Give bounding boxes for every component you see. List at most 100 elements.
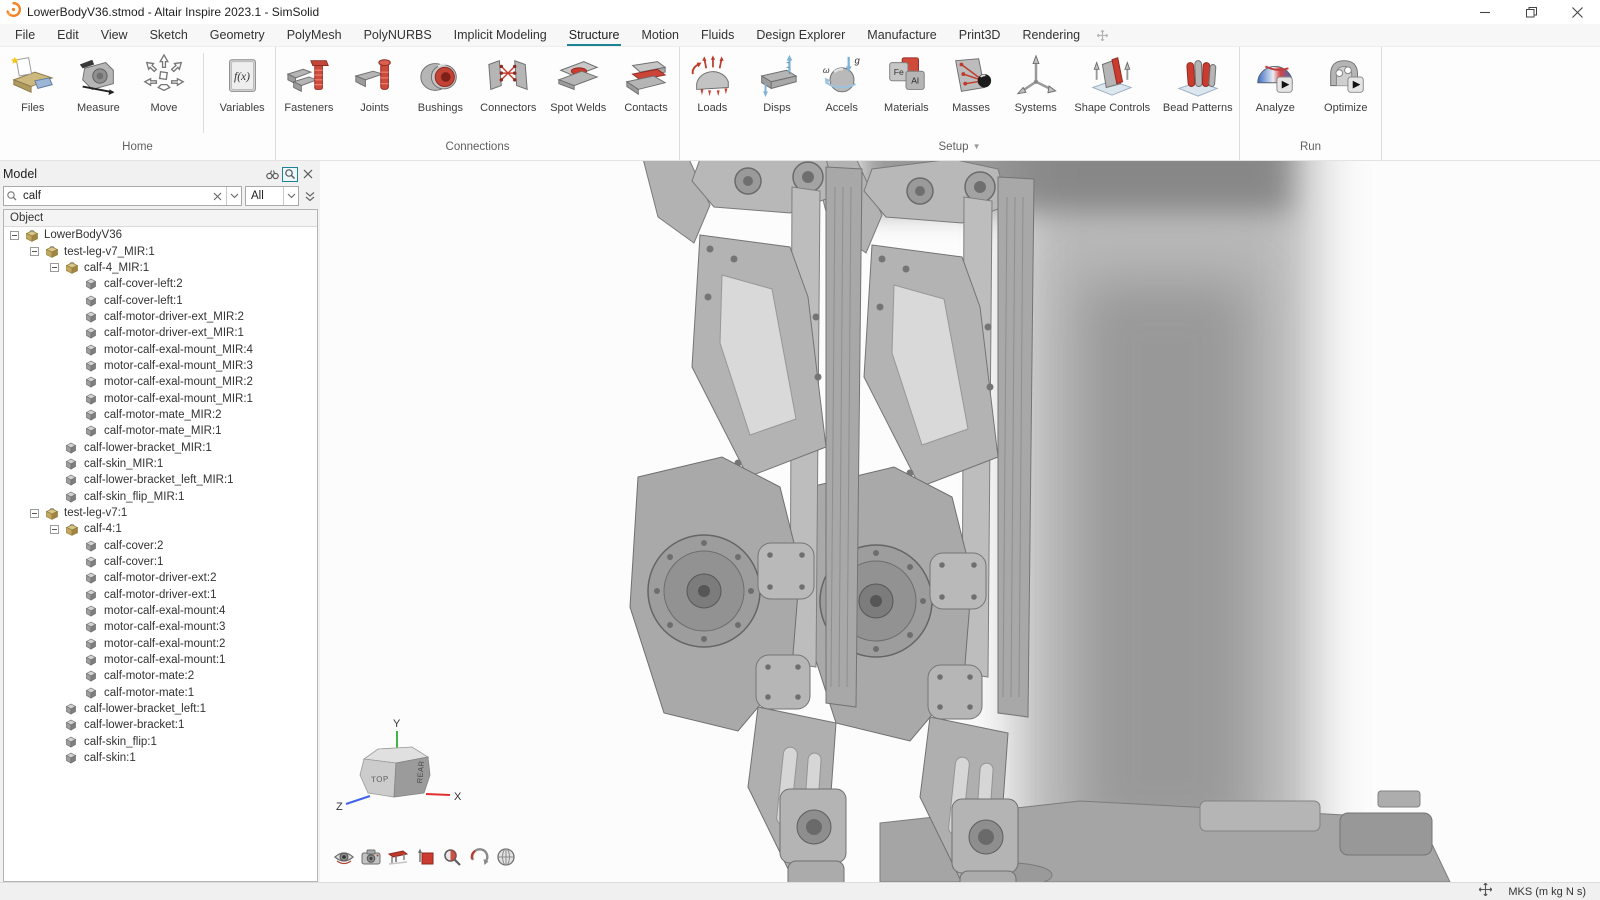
search-input[interactable]: calf (3, 186, 242, 206)
ribbon-button-accels[interactable]: gωAccels (813, 51, 871, 114)
tree-collapse-icon[interactable] (30, 247, 45, 256)
ribbon-button-files[interactable]: Files (4, 51, 62, 114)
ribbon-button-fasteners[interactable]: Fasteners (280, 51, 338, 114)
tree-collapse-icon[interactable] (10, 231, 25, 240)
tree-item[interactable]: calf-skin_flip_MIR:1 (4, 489, 317, 505)
tree-item[interactable]: test-leg-v7_MIR:1 (4, 243, 317, 259)
panel-close-icon[interactable] (300, 167, 316, 182)
tree-item[interactable]: motor-calf-exal-mount_MIR:1 (4, 390, 317, 406)
ribbon-button-optimize[interactable]: Optimize (1317, 51, 1375, 114)
ribbon-group-label[interactable]: Setup▼ (680, 139, 1239, 160)
tree-collapse-icon[interactable] (30, 509, 45, 518)
crosshair-icon[interactable] (1479, 883, 1492, 900)
menu-overflow-grip-icon[interactable] (1091, 24, 1114, 46)
tree-item[interactable]: calf-skin_MIR:1 (4, 456, 317, 472)
tree-item[interactable]: calf-motor-driver-ext_MIR:1 (4, 325, 317, 341)
menu-fluids[interactable]: Fluids (690, 24, 745, 46)
tree-item[interactable]: calf-motor-driver-ext_MIR:2 (4, 309, 317, 325)
zoom-box-icon[interactable] (440, 845, 463, 868)
menu-polymesh[interactable]: PolyMesh (276, 24, 353, 46)
tree-item[interactable]: calf-lower-bracket_left_MIR:1 (4, 472, 317, 488)
tree-item[interactable]: calf-cover:2 (4, 538, 317, 554)
search-clear-icon[interactable] (208, 192, 226, 201)
menu-manufacture[interactable]: Manufacture (856, 24, 947, 46)
tree-item[interactable]: calf-cover:1 (4, 554, 317, 570)
tree-item[interactable]: calf-motor-driver-ext:2 (4, 570, 317, 586)
menu-view[interactable]: View (90, 24, 139, 46)
assembly-icon (65, 523, 80, 536)
find-binoculars-icon[interactable] (264, 167, 280, 182)
ribbon-button-bushings[interactable]: Bushings (411, 51, 469, 114)
ribbon-button-shape-controls[interactable]: Shape Controls (1071, 51, 1153, 114)
menu-file[interactable]: File (4, 24, 46, 46)
tree-item[interactable]: motor-calf-exal-mount_MIR:3 (4, 358, 317, 374)
menu-implicit-modeling[interactable]: Implicit Modeling (443, 24, 558, 46)
menu-design-explorer[interactable]: Design Explorer (745, 24, 856, 46)
tree-item[interactable]: motor-calf-exal-mount_MIR:2 (4, 374, 317, 390)
menu-edit[interactable]: Edit (46, 24, 90, 46)
tree-item[interactable]: calf-4:1 (4, 521, 317, 537)
filter-select[interactable]: All (245, 186, 299, 206)
tree-item[interactable]: motor-calf-exal-mount:1 (4, 652, 317, 668)
tree-item[interactable]: calf-skin:1 (4, 750, 317, 766)
ribbon-button-systems[interactable]: Systems (1007, 51, 1065, 114)
tree-item[interactable]: calf-skin_flip:1 (4, 734, 317, 750)
menu-geometry[interactable]: Geometry (199, 24, 276, 46)
tree-item[interactable]: LowerBodyV36 (4, 227, 317, 243)
menu-structure[interactable]: Structure (558, 24, 631, 46)
viewport-3d[interactable]: Y TOP REAR X Z (320, 161, 1600, 882)
globe-view-icon[interactable] (494, 845, 517, 868)
tree-item[interactable]: motor-calf-exal-mount_MIR:4 (4, 341, 317, 357)
tree-item[interactable]: calf-lower-bracket_left:1 (4, 701, 317, 717)
expand-all-icon[interactable] (302, 191, 318, 202)
minimize-button[interactable] (1462, 0, 1508, 24)
ribbon-button-bead-patterns[interactable]: Bead Patterns (1160, 51, 1236, 114)
menu-rendering[interactable]: Rendering (1011, 24, 1091, 46)
ribbon-button-connectors[interactable]: Connectors (477, 51, 539, 114)
ribbon-button-disps[interactable]: Disps (748, 51, 806, 114)
ribbon-button-variables[interactable]: f(x)Variables (213, 51, 271, 114)
restore-button[interactable] (1508, 0, 1554, 24)
ribbon-button-label: Joints (360, 102, 389, 114)
tree-item[interactable]: calf-motor-mate:1 (4, 685, 317, 701)
ribbon-button-analyze[interactable]: Analyze (1246, 51, 1304, 114)
ground-plane-icon[interactable] (386, 845, 409, 868)
image-plane-icon[interactable] (413, 845, 436, 868)
ribbon-button-spot-welds[interactable]: Spot Welds (547, 51, 609, 114)
tree-item[interactable]: calf-motor-mate_MIR:2 (4, 407, 317, 423)
ribbon-button-contacts[interactable]: Contacts (617, 51, 675, 114)
tree-item[interactable]: test-leg-v7:1 (4, 505, 317, 521)
units-indicator[interactable]: MKS (m kg N s) (1508, 886, 1586, 898)
ribbon-button-loads[interactable]: Loads (683, 51, 741, 114)
tree-item[interactable]: calf-cover-left:1 (4, 292, 317, 308)
tree-item[interactable]: motor-calf-exal-mount:3 (4, 619, 317, 635)
tree-item[interactable]: calf-motor-mate:2 (4, 668, 317, 684)
search-dropdown-icon[interactable] (226, 187, 241, 205)
ribbon-button-move[interactable]: Move (135, 51, 193, 114)
tree-collapse-icon[interactable] (50, 263, 65, 272)
menu-polynurbs[interactable]: PolyNURBS (353, 24, 443, 46)
tree-item[interactable]: calf-lower-bracket:1 (4, 717, 317, 733)
search-toggle-icon[interactable] (282, 167, 298, 182)
tree-item[interactable]: calf-cover-left:2 (4, 276, 317, 292)
close-button[interactable] (1554, 0, 1600, 24)
tree-item[interactable]: calf-lower-bracket_MIR:1 (4, 439, 317, 455)
ribbon-button-joints[interactable]: Joints (346, 51, 404, 114)
menu-print3d[interactable]: Print3D (948, 24, 1012, 46)
tree-item[interactable]: calf-4_MIR:1 (4, 260, 317, 276)
tree-item[interactable]: motor-calf-exal-mount:2 (4, 636, 317, 652)
ribbon-button-measure[interactable]: Measure (69, 51, 127, 114)
menu-sketch[interactable]: Sketch (139, 24, 199, 46)
tree-collapse-icon[interactable] (50, 525, 65, 534)
view-cube[interactable]: Y TOP REAR X Z (330, 711, 470, 823)
tree-item[interactable]: motor-calf-exal-mount:4 (4, 603, 317, 619)
ribbon-button-masses[interactable]: Masses (942, 51, 1000, 114)
tree-item[interactable]: calf-motor-driver-ext:1 (4, 587, 317, 603)
menu-motion[interactable]: Motion (630, 24, 690, 46)
visibility-eye-icon[interactable] (332, 845, 355, 868)
tree-item[interactable]: calf-motor-mate_MIR:1 (4, 423, 317, 439)
cube-face-top[interactable]: TOP (371, 774, 389, 784)
snapshot-camera-icon[interactable] (359, 845, 382, 868)
ribbon-button-materials[interactable]: FeAlMaterials (877, 51, 935, 114)
rotate-view-icon[interactable] (467, 845, 490, 868)
